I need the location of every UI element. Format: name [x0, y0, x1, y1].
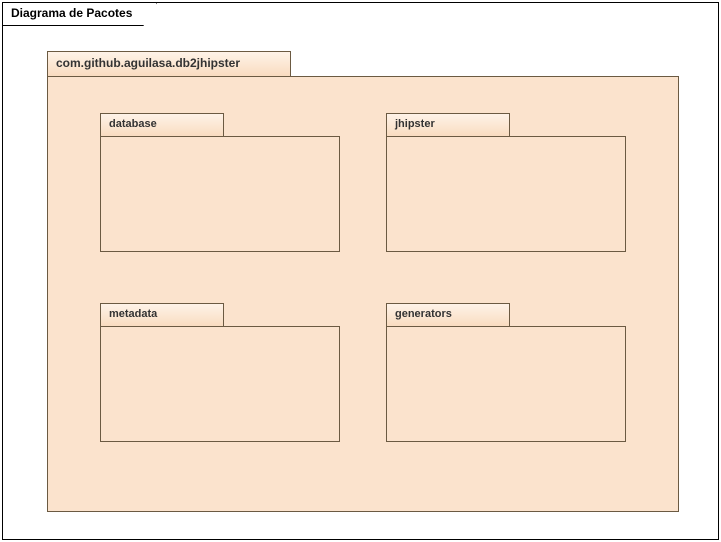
package-label: metadata	[100, 303, 224, 327]
root-package-label: com.github.aguilasa.db2jhipster	[47, 51, 291, 77]
package-body	[386, 326, 626, 442]
root-package-body: database jhipster metadata generators	[47, 76, 679, 512]
root-package: com.github.aguilasa.db2jhipster database…	[47, 51, 679, 513]
package-metadata: metadata	[100, 303, 340, 442]
package-label: database	[100, 113, 224, 137]
package-body	[386, 136, 626, 252]
package-generators: generators	[386, 303, 626, 442]
package-body	[100, 136, 340, 252]
package-jhipster: jhipster	[386, 113, 626, 252]
package-body	[100, 326, 340, 442]
diagram-frame: Diagrama de Pacotes com.github.aguilasa.…	[2, 2, 719, 540]
package-label: jhipster	[386, 113, 510, 137]
package-database: database	[100, 113, 340, 252]
package-label: generators	[386, 303, 510, 327]
diagram-title: Diagrama de Pacotes	[2, 2, 157, 26]
